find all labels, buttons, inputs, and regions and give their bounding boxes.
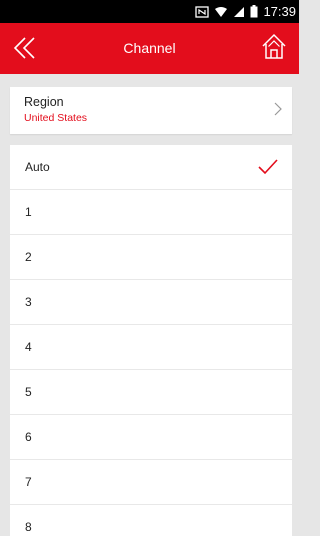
channel-list: Auto 1 2 3 4 5 6 7 8: [10, 145, 292, 536]
battery-icon: [250, 5, 258, 18]
channel-option-label: 1: [25, 205, 32, 219]
nfc-icon: [195, 5, 210, 18]
channel-option-label: Auto: [25, 160, 50, 174]
channel-option-label: 3: [25, 295, 32, 309]
region-label: Region: [24, 95, 64, 109]
region-value: United States: [24, 112, 88, 124]
channel-option-8[interactable]: 8: [10, 505, 292, 536]
channel-option-5[interactable]: 5: [10, 370, 292, 415]
app-bar: Channel: [0, 23, 299, 74]
channel-option-label: 7: [25, 475, 32, 489]
double-chevron-left-icon: [13, 37, 35, 59]
channel-option-4[interactable]: 4: [10, 325, 292, 370]
channel-option-3[interactable]: 3: [10, 280, 292, 325]
channel-option-6[interactable]: 6: [10, 415, 292, 460]
channel-option-7[interactable]: 7: [10, 460, 292, 505]
back-button[interactable]: [8, 31, 42, 65]
home-button[interactable]: [259, 30, 289, 64]
checkmark-icon: [258, 159, 278, 175]
status-bar: 17:39: [0, 0, 299, 23]
chevron-right-icon: [274, 102, 282, 116]
region-selector[interactable]: Region United States: [10, 87, 292, 134]
channel-option-2[interactable]: 2: [10, 235, 292, 280]
status-time: 17:39: [263, 4, 296, 19]
page-title: Channel: [123, 40, 176, 56]
channel-option-label: 6: [25, 430, 32, 444]
signal-icon: [233, 6, 245, 18]
wifi-icon: [214, 6, 228, 18]
channel-option-label: 2: [25, 250, 32, 264]
channel-option-label: 4: [25, 340, 32, 354]
home-icon: [262, 33, 286, 59]
channel-option-1[interactable]: 1: [10, 190, 292, 235]
channel-option-label: 5: [25, 385, 32, 399]
channel-option-label: 8: [25, 520, 32, 534]
channel-option-auto[interactable]: Auto: [10, 145, 292, 190]
